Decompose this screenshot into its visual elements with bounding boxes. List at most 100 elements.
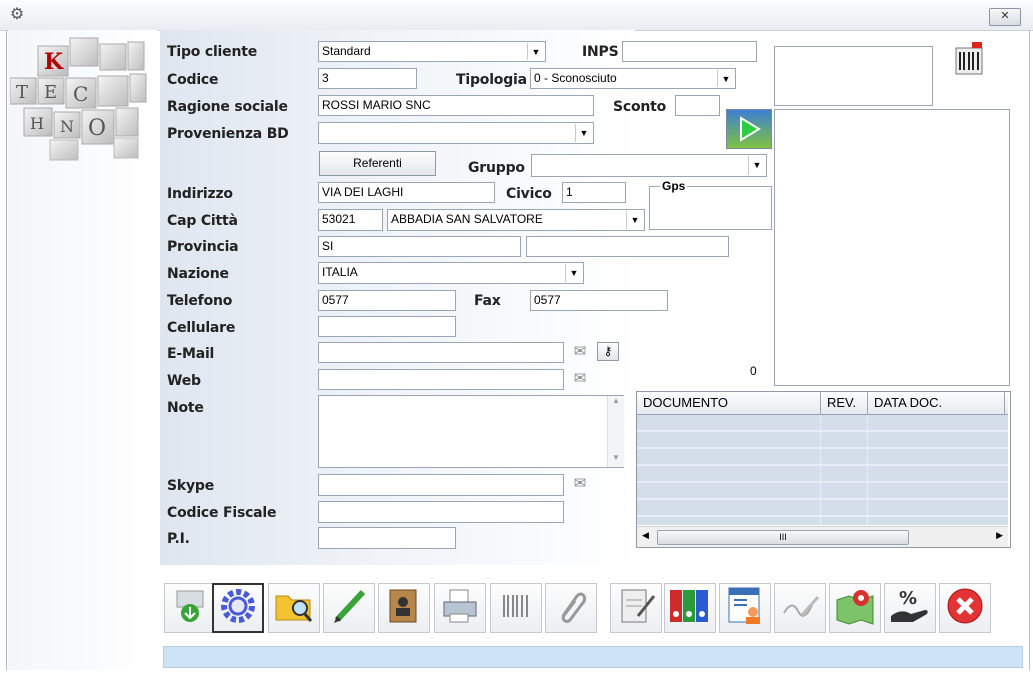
cellulare-label: Cellulare xyxy=(167,320,236,336)
close-button[interactable] xyxy=(939,583,991,633)
attachment-button[interactable] xyxy=(545,583,597,633)
column-header-data-doc[interactable]: DATA DOC. xyxy=(868,392,1005,414)
barcode-button[interactable] xyxy=(490,583,542,633)
skype-label: Skype xyxy=(167,478,215,494)
app-icon[interactable]: ⚙ xyxy=(8,6,26,24)
citta-select[interactable]: ABBADIA SAN SALVATORE ▼ xyxy=(387,209,645,231)
logo-image-box[interactable] xyxy=(774,46,933,106)
document-sign-button[interactable] xyxy=(610,583,662,633)
provenienza-label: Provenienza BD xyxy=(167,126,289,142)
barcode-box-icon[interactable] xyxy=(950,40,990,80)
folder-search-icon xyxy=(274,588,314,629)
discount-button[interactable]: % xyxy=(884,583,936,633)
tipo-cliente-value: Standard xyxy=(322,44,371,58)
window-close-button[interactable]: ✕ xyxy=(989,8,1021,26)
pi-label: P.I. xyxy=(167,531,190,547)
indirizzo-input[interactable]: VIA DEI LAGHI xyxy=(318,182,495,203)
tipo-cliente-select[interactable]: Standard ▼ xyxy=(318,41,546,62)
scroll-right-icon[interactable]: ▶ xyxy=(996,530,1003,541)
web-input[interactable] xyxy=(318,369,564,390)
telefono-input[interactable]: 0577 xyxy=(318,290,456,311)
close-circle-icon xyxy=(945,586,985,631)
codice-input[interactable]: 3 xyxy=(318,68,417,89)
contacts-book-icon xyxy=(384,586,424,631)
logo-letter: E xyxy=(44,82,57,103)
email-input[interactable] xyxy=(318,342,564,363)
skype-call-icon[interactable]: ✉ xyxy=(569,474,591,495)
signature-button[interactable] xyxy=(774,583,826,633)
note-scrollbar[interactable]: ▲ ▼ xyxy=(607,396,624,467)
codice-fiscale-input[interactable] xyxy=(318,501,564,523)
chevron-down-icon[interactable]: ▼ xyxy=(748,156,765,175)
folder-search-button[interactable] xyxy=(268,583,320,633)
pencil-icon xyxy=(329,586,369,631)
note-label: Note xyxy=(167,400,204,416)
scroll-left-icon[interactable]: ◀ xyxy=(642,530,649,541)
chevron-down-icon[interactable]: ▼ xyxy=(565,264,582,282)
nazione-select[interactable]: ITALIA ▼ xyxy=(318,262,584,284)
map-button[interactable] xyxy=(829,583,881,633)
settings-gear-icon xyxy=(218,586,258,631)
key-icon[interactable]: ⚷ xyxy=(597,342,619,361)
logo-letter: H xyxy=(30,114,44,133)
provincia-extra-input[interactable] xyxy=(526,236,729,257)
email-label: E-Mail xyxy=(167,346,215,362)
civico-label: Civico xyxy=(506,186,552,202)
inps-input[interactable] xyxy=(622,41,757,62)
download-button[interactable] xyxy=(164,583,216,633)
ragione-sociale-input[interactable]: ROSSI MARIO SNC xyxy=(318,95,594,116)
tipologia-value: 0 - Sconosciuto xyxy=(534,71,617,85)
chevron-down-icon[interactable]: ▼ xyxy=(717,70,734,87)
user-card-button[interactable] xyxy=(719,583,771,633)
citta-value: ABBADIA SAN SALVATORE xyxy=(391,212,543,226)
note-textarea[interactable] xyxy=(318,395,624,468)
provincia-input[interactable]: SI xyxy=(318,236,521,257)
sconto-input[interactable] xyxy=(675,95,720,116)
discount-hand-icon: % xyxy=(889,586,931,631)
skype-input[interactable] xyxy=(318,474,564,496)
binders-button[interactable] xyxy=(664,583,716,633)
cap-citta-label: Cap Città xyxy=(167,213,238,229)
civico-input[interactable]: 1 xyxy=(562,182,626,203)
print-button[interactable] xyxy=(434,583,486,633)
documents-grid-body[interactable] xyxy=(637,415,1008,525)
codice-label: Codice xyxy=(167,72,219,88)
paperclip-icon xyxy=(553,588,589,629)
referenti-button[interactable]: Referenti xyxy=(319,151,436,176)
chevron-down-icon[interactable]: ▼ xyxy=(575,124,592,142)
play-icon[interactable] xyxy=(726,109,772,149)
cellulare-input[interactable] xyxy=(318,316,456,337)
chevron-down-icon[interactable]: ▼ xyxy=(527,43,544,60)
tipologia-select[interactable]: 0 - Sconosciuto ▼ xyxy=(530,68,736,89)
edit-button[interactable] xyxy=(323,583,375,633)
provincia-label: Provincia xyxy=(167,239,239,255)
gruppo-select[interactable]: ▼ xyxy=(531,154,767,177)
ragione-sociale-label: Ragione sociale xyxy=(167,99,288,115)
nazione-label: Nazione xyxy=(167,266,229,282)
web-open-icon[interactable]: ✉ xyxy=(569,369,591,390)
logo-letter: C xyxy=(73,82,88,106)
pi-input[interactable] xyxy=(318,527,456,549)
documents-grid[interactable]: DOCUMENTO REV. DATA DOC. ◀ III ▶ xyxy=(636,391,1011,548)
fax-input[interactable]: 0577 xyxy=(530,290,668,311)
email-send-icon[interactable]: ✉ xyxy=(569,342,591,363)
column-header-rev[interactable]: REV. xyxy=(821,392,868,414)
tipo-cliente-label: Tipo cliente xyxy=(167,44,258,60)
scroll-thumb[interactable]: III xyxy=(657,530,909,545)
title-bar xyxy=(0,0,1033,31)
gps-group: Gps xyxy=(649,179,772,230)
cap-input[interactable]: 53021 xyxy=(318,209,383,231)
map-pin-icon xyxy=(835,586,875,631)
status-bar xyxy=(163,646,1023,668)
document-sign-icon xyxy=(616,586,656,631)
signature-icon xyxy=(780,591,820,626)
provenienza-select[interactable]: ▼ xyxy=(318,122,594,144)
svg-text:%: % xyxy=(899,588,917,609)
column-header-documento[interactable]: DOCUMENTO xyxy=(637,392,821,414)
settings-button[interactable] xyxy=(212,583,264,633)
documents-grid-header: DOCUMENTO REV. DATA DOC. xyxy=(637,392,1008,415)
chevron-down-icon[interactable]: ▼ xyxy=(626,211,643,229)
documents-horizontal-scrollbar[interactable]: ◀ III ▶ xyxy=(637,526,1008,547)
contacts-button[interactable] xyxy=(378,583,430,633)
photo-preview-box[interactable] xyxy=(774,109,1010,386)
